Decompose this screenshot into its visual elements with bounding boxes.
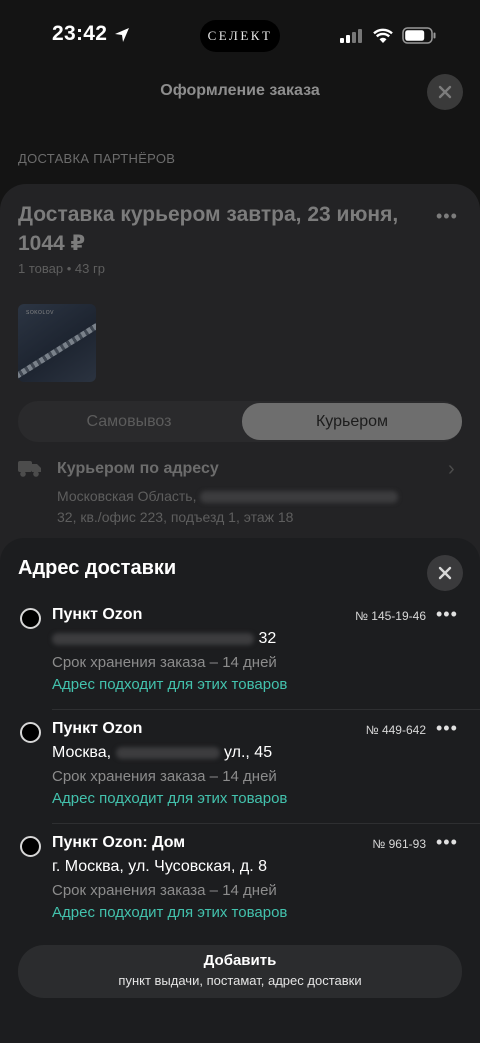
truck-icon — [18, 461, 41, 477]
divider — [52, 823, 480, 824]
close-icon — [438, 85, 452, 99]
chain-image — [18, 315, 96, 379]
close-icon — [438, 566, 452, 580]
status-time: 23:42 — [52, 22, 108, 45]
address-item[interactable]: Пункт Ozon № 449-642 ••• Москва, ул., 45… — [0, 712, 480, 824]
redacted-text — [52, 632, 254, 645]
courier-title[interactable]: Курьером по адресу — [57, 460, 219, 478]
address-status: Адрес подходит для этих товаров — [52, 676, 288, 693]
redacted-text — [115, 746, 220, 759]
island-label: СЕЛЕКТ — [207, 28, 273, 43]
address-line-prefix: г. Москва, ул. Чусовская, д. 8 — [52, 858, 267, 875]
cellular-signal-icon — [340, 29, 362, 43]
courier-address-end: 32, кв./офис 223, подъезд 1, этаж 18 — [57, 509, 294, 525]
battery-icon — [402, 27, 436, 44]
storage-period: Срок хранения заказа – 14 дней — [52, 768, 277, 785]
add-button-label: Добавить — [203, 952, 277, 969]
section-label: ДОСТАВКА ПАРТНЁРОВ — [18, 151, 176, 166]
radio-button[interactable] — [20, 836, 41, 857]
product-brand: SOKOLOV — [26, 310, 54, 316]
wifi-icon — [373, 28, 393, 43]
add-button-sublabel: пункт выдачи, постамат, адрес доставки — [118, 973, 362, 988]
tab-pickup[interactable]: Самовывоз — [18, 401, 240, 442]
product-thumbnail[interactable]: SOKOLOV — [18, 304, 96, 382]
address-line-suffix: ул., 45 — [223, 744, 273, 761]
chevron-right-icon: › — [448, 458, 455, 480]
radio-button[interactable] — [20, 722, 41, 743]
address-status: Адрес подходит для этих товаров — [52, 790, 288, 807]
address-number: № 961-93 — [372, 837, 426, 851]
more-options-icon[interactable]: ••• — [436, 718, 458, 739]
header-close-button[interactable] — [427, 74, 463, 110]
more-options-icon[interactable]: ••• — [436, 832, 458, 853]
address-line-suffix: 32 — [258, 630, 277, 647]
divider — [52, 709, 480, 710]
storage-period: Срок хранения заказа – 14 дней — [52, 654, 277, 671]
address-line: 32 — [52, 630, 276, 648]
address-item[interactable]: Пункт Ozon № 145-19-46 ••• 32 Срок хране… — [0, 598, 480, 710]
page-title: Оформление заказа — [160, 82, 320, 99]
location-arrow-icon — [115, 28, 129, 42]
address-number: № 145-19-46 — [355, 609, 426, 623]
address-line-prefix: Москва, — [52, 744, 112, 761]
radio-button[interactable] — [20, 608, 41, 629]
order-meta: 1 товар • 43 гр — [18, 261, 105, 276]
address-name: Пункт Ozon — [52, 606, 143, 623]
courier-address: Московская Область, 32, кв./офис 223, по… — [57, 486, 417, 528]
address-name: Пункт Ozon: Дом — [52, 834, 186, 851]
address-number: № 449-642 — [365, 723, 426, 737]
address-line: Москва, ул., 45 — [52, 744, 272, 762]
courier-address-start: Московская Область, — [57, 488, 197, 504]
status-bar: 23:42 СЕЛЕКТ — [0, 0, 480, 70]
redacted-text — [200, 491, 399, 504]
more-options-icon[interactable]: ••• — [436, 604, 458, 625]
address-name: Пункт Ozon — [52, 720, 143, 737]
address-line: г. Москва, ул. Чусовская, д. 8 — [52, 858, 267, 876]
dynamic-island: СЕЛЕКТ — [200, 20, 280, 52]
storage-period: Срок хранения заказа – 14 дней — [52, 882, 277, 899]
tab-courier[interactable]: Курьером — [242, 403, 462, 440]
order-title: Доставка курьером завтра, 23 июня, 1044 … — [18, 203, 399, 255]
sheet-title: Адрес доставки — [18, 557, 177, 579]
order-more-icon[interactable]: ••• — [436, 206, 458, 227]
sheet-close-button[interactable] — [427, 555, 463, 591]
delivery-type-toggle: Самовывоз Курьером — [18, 401, 462, 442]
address-item[interactable]: Пункт Ozon: Дом № 961-93 ••• г. Москва, … — [0, 826, 480, 938]
add-address-button[interactable]: Добавить пункт выдачи, постамат, адрес д… — [18, 945, 462, 998]
address-status: Адрес подходит для этих товаров — [52, 904, 288, 921]
